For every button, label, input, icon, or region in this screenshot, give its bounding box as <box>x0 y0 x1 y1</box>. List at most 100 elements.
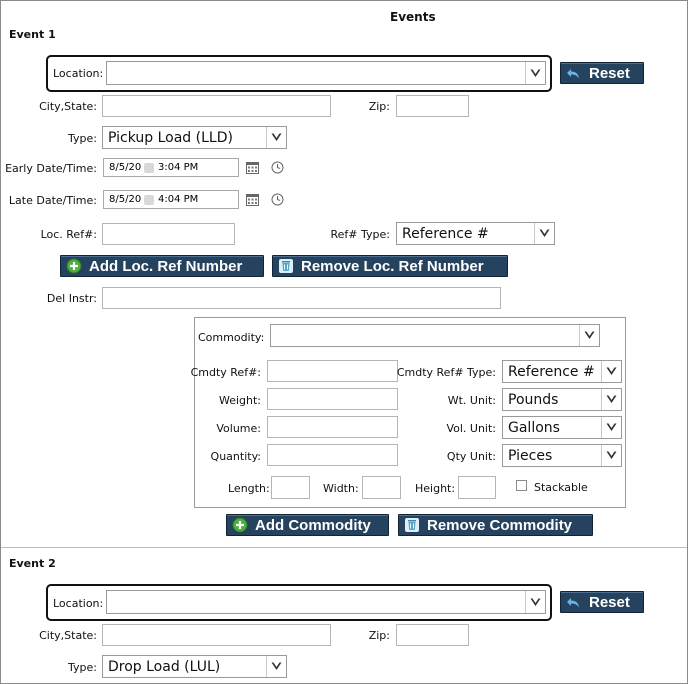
cmdty-reftype-select[interactable]: Reference # <box>502 360 622 383</box>
event2-type-label: Type: <box>68 661 97 674</box>
reset-label: Reset <box>589 64 630 82</box>
section-divider <box>1 547 687 548</box>
remove-commodity-label: Remove Commodity <box>427 516 573 534</box>
remove-loc-ref-button[interactable]: Remove Loc. Ref Number <box>272 255 508 277</box>
add-commodity-button[interactable]: Add Commodity <box>226 514 389 536</box>
event2-type-value: Drop Load (LUL) <box>108 659 221 675</box>
event1-delinstr-label: Del Instr: <box>46 292 97 305</box>
wt-unit-select[interactable]: Pounds <box>502 388 622 411</box>
calendar-icon[interactable] <box>246 193 259 206</box>
plus-circle-icon <box>232 517 248 533</box>
qty-unit-value: Pieces <box>508 448 553 464</box>
calendar-icon[interactable] <box>246 161 259 174</box>
event1-city-input[interactable] <box>102 95 331 117</box>
early-time: 3:04 PM <box>158 162 199 173</box>
qty-unit-select[interactable]: Pieces <box>502 444 622 467</box>
cmdty-ref-input[interactable] <box>267 360 398 382</box>
event1-zip-label: Zip: <box>368 100 390 113</box>
event1-type-label: Type: <box>68 132 97 145</box>
event1-reset-button[interactable]: Reset <box>560 62 644 84</box>
wt-unit-label: Wt. Unit: <box>447 394 496 407</box>
event1-reftype-label: Ref# Type: <box>330 228 390 241</box>
redacted-blur <box>144 195 154 205</box>
event1-early-label: Early Date/Time: <box>5 162 97 175</box>
event2-zip-input[interactable] <box>396 624 469 646</box>
length-input[interactable] <box>271 476 310 499</box>
event1-type-value: Pickup Load (LLD) <box>108 130 233 146</box>
commodity-label: Commodity: <box>198 331 265 344</box>
event1-locref-input[interactable] <box>102 223 235 245</box>
event2-reset-button[interactable]: Reset <box>560 591 644 613</box>
add-loc-ref-button[interactable]: Add Loc. Ref Number <box>60 255 264 277</box>
chevron-down-icon[interactable] <box>525 62 545 84</box>
add-loc-ref-label: Add Loc. Ref Number <box>89 257 243 275</box>
reset-label: Reset <box>589 593 630 611</box>
event1-locref-label: Loc. Ref#: <box>40 228 97 241</box>
add-commodity-label: Add Commodity <box>255 516 371 534</box>
undo-icon <box>567 69 579 79</box>
early-date: 8/5/20 <box>109 162 142 173</box>
event1-type-select[interactable]: Pickup Load (LLD) <box>102 126 287 149</box>
event2-type-select[interactable]: Drop Load (LUL) <box>102 655 287 678</box>
event1-delinstr-input[interactable] <box>102 287 501 309</box>
chevron-down-icon[interactable] <box>579 325 599 346</box>
event2-city-input[interactable] <box>102 624 331 646</box>
quantity-label: Quantity: <box>210 450 261 463</box>
quantity-input[interactable] <box>267 444 398 466</box>
stackable-checkbox[interactable] <box>516 480 527 491</box>
chevron-down-icon[interactable] <box>266 656 286 677</box>
width-label: Width: <box>323 482 359 495</box>
height-input[interactable] <box>458 476 496 499</box>
weight-label: Weight: <box>218 394 261 407</box>
height-label: Height: <box>415 482 456 495</box>
late-date: 8/5/20 <box>109 194 142 205</box>
cmdty-reftype-value: Reference # <box>508 364 595 380</box>
vol-unit-select[interactable]: Gallons <box>502 416 622 439</box>
event2-zip-label: Zip: <box>368 629 390 642</box>
chevron-down-icon[interactable] <box>601 417 621 438</box>
late-time: 4:04 PM <box>158 194 199 205</box>
vol-unit-label: Vol. Unit: <box>446 422 496 435</box>
event1-title: Event 1 <box>9 28 56 41</box>
cmdty-reftype-label: Cmdty Ref# Type: <box>396 366 496 379</box>
remove-loc-ref-label: Remove Loc. Ref Number <box>301 257 484 275</box>
clock-icon[interactable] <box>271 193 284 206</box>
plus-circle-icon <box>66 258 82 274</box>
chevron-down-icon[interactable] <box>601 361 621 382</box>
chevron-down-icon[interactable] <box>601 445 621 466</box>
stackable-label: Stackable <box>534 481 588 494</box>
events-panel: Events Event 1 Location: Reset City,Stat… <box>0 0 688 684</box>
chevron-down-icon[interactable] <box>266 127 286 148</box>
volume-input[interactable] <box>267 416 398 438</box>
event1-city-label: City,State: <box>39 100 97 113</box>
redacted-blur <box>144 163 154 173</box>
qty-unit-label: Qty Unit: <box>446 450 496 463</box>
vol-unit-value: Gallons <box>508 420 560 436</box>
event2-location-label: Location: <box>53 597 104 610</box>
volume-label: Volume: <box>216 422 261 435</box>
event1-location-label: Location: <box>53 67 104 80</box>
cmdty-ref-label: Cmdty Ref#: <box>190 366 261 379</box>
event2-location-select[interactable] <box>106 590 546 614</box>
chevron-down-icon[interactable] <box>601 389 621 410</box>
event1-reftype-select[interactable]: Reference # <box>396 222 555 245</box>
event1-location-select[interactable] <box>106 61 546 85</box>
event2-title: Event 2 <box>9 557 56 570</box>
width-input[interactable] <box>362 476 401 499</box>
event1-late-datetime-input[interactable]: 8/5/20 4:04 PM <box>103 190 239 209</box>
clock-icon[interactable] <box>271 161 284 174</box>
commodity-select[interactable] <box>270 324 600 347</box>
wt-unit-value: Pounds <box>508 392 559 408</box>
weight-input[interactable] <box>267 388 398 410</box>
trash-icon <box>279 259 293 273</box>
undo-icon <box>567 598 579 608</box>
event1-zip-input[interactable] <box>396 95 469 117</box>
chevron-down-icon[interactable] <box>525 591 545 613</box>
event1-early-datetime-input[interactable]: 8/5/20 3:04 PM <box>103 158 239 177</box>
page-title: Events <box>390 10 436 24</box>
remove-commodity-button[interactable]: Remove Commodity <box>398 514 593 536</box>
event2-city-label: City,State: <box>39 629 97 642</box>
trash-icon <box>405 518 419 532</box>
event1-reftype-value: Reference # <box>402 226 489 242</box>
chevron-down-icon[interactable] <box>534 223 554 244</box>
